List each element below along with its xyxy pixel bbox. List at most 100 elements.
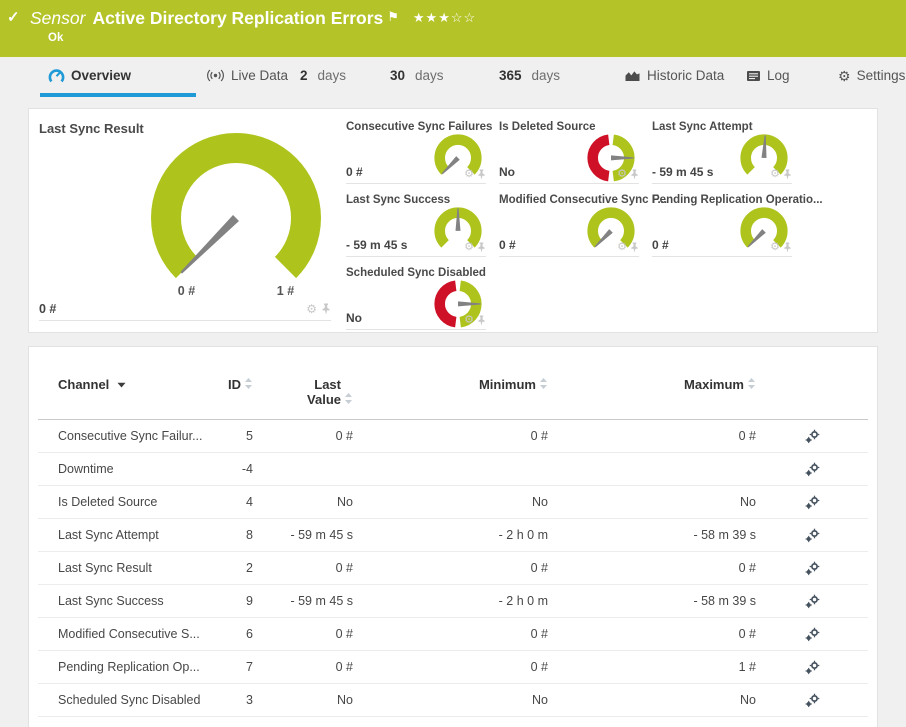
tab-historic-data[interactable]: Historic Data <box>624 58 732 97</box>
gauge-settings-gear-icon[interactable]: ⚙ <box>617 169 627 180</box>
stars-empty[interactable]: ☆☆ <box>451 10 476 25</box>
tab-overview[interactable]: Overview <box>40 58 196 97</box>
channel-panel-is-deleted-source[interactable]: Is Deleted Source No ⚙ <box>499 121 639 184</box>
tab-overview-label: Overview <box>71 68 132 83</box>
log-list-icon <box>746 70 761 82</box>
table-header-row: Channel ID Last Value Minimum Maximum <box>38 377 868 420</box>
channel-settings-gears-icon[interactable] <box>804 528 821 543</box>
channel-settings-gears-icon[interactable] <box>804 693 821 708</box>
channel-panel-consecutive-sync-failures[interactable]: Consecutive Sync Failures 0 # ⚙ <box>346 121 492 184</box>
tab-log[interactable]: Log <box>746 58 792 97</box>
pin-icon[interactable] <box>321 303 331 315</box>
flag-icon[interactable]: ⚑ <box>387 9 399 24</box>
channel-settings-gears-icon[interactable] <box>804 561 821 576</box>
gauge-settings-gear-icon[interactable]: ⚙ <box>464 242 474 253</box>
channel-value: 0 # <box>652 238 669 252</box>
primary-channel-value: 0 # <box>39 302 57 316</box>
tab-30-days-unit: days <box>415 68 444 83</box>
pin-icon[interactable] <box>783 242 792 253</box>
chevron-down-icon <box>117 382 126 388</box>
live-data-broadcast-icon <box>206 69 225 82</box>
priority-stars[interactable]: ★★★☆☆ <box>413 10 476 25</box>
table-row[interactable]: Is Deleted Source 4 No No No <box>38 485 868 519</box>
tab-settings[interactable]: ⚙ Settings <box>838 58 905 97</box>
primary-channel-panel[interactable]: Last Sync Result 0 # 1 # 0 # ⚙ <box>39 121 331 321</box>
channel-settings-gears-icon[interactable] <box>804 660 821 675</box>
pin-icon[interactable] <box>783 169 792 180</box>
mini-gauge-grid: Consecutive Sync Failures 0 # ⚙ Is Delet… <box>346 121 823 332</box>
gauges-card: Last Sync Result 0 # 1 # 0 # ⚙ Consecuti… <box>28 108 878 333</box>
sort-icon <box>345 393 352 404</box>
channel-panel-last-sync-attempt[interactable]: Last Sync Attempt - 59 m 45 s ⚙ <box>652 121 792 184</box>
table-row[interactable]: Last Sync Success 9- 59 m 45 s- 2 h 0 m- … <box>38 584 868 618</box>
table-row[interactable]: Last Sync Result 2 0 #0 #0 # <box>38 551 868 585</box>
primary-gauge: 0 # 1 # <box>151 131 321 301</box>
channel-settings-gears-icon[interactable] <box>804 429 821 444</box>
gauge-scale-max: 1 # <box>277 284 294 298</box>
channel-value: - 59 m 45 s <box>652 165 714 179</box>
tab-2-days-number: 2 <box>300 68 308 83</box>
column-header-maximum[interactable]: Maximum <box>548 377 756 420</box>
channel-panel-pending-replication-operations[interactable]: Pending Replication Operatio... 0 # ⚙ <box>652 194 823 257</box>
sort-icon <box>748 378 755 389</box>
settings-gear-icon: ⚙ <box>838 67 851 84</box>
tab-live-data-label: Live Data <box>231 68 289 83</box>
channel-settings-gears-icon[interactable] <box>804 594 821 609</box>
tab-365-days-number: 365 <box>499 68 522 83</box>
gauge-settings-gear-icon[interactable]: ⚙ <box>617 242 627 253</box>
status-badge: Ok <box>48 32 64 44</box>
tab-settings-label: Settings <box>856 68 906 83</box>
status-ok-checkmark-icon: ✓ <box>7 9 20 26</box>
tab-30-days[interactable]: 30 days <box>390 58 450 97</box>
channel-value: - 59 m 45 s <box>346 238 408 252</box>
channel-panel-last-sync-success[interactable]: Last Sync Success - 59 m 45 s ⚙ <box>346 194 486 257</box>
tab-2-days[interactable]: 2 days <box>300 58 350 97</box>
channel-settings-gears-icon[interactable] <box>804 627 821 642</box>
pin-icon[interactable] <box>630 242 639 253</box>
column-header-minimum[interactable]: Minimum <box>353 377 548 420</box>
channel-value: 0 # <box>499 238 516 252</box>
sensor-header: ✓ Sensor Active Directory Replication Err… <box>0 0 906 57</box>
table-row[interactable]: Last Sync Attempt 8- 59 m 45 s- 2 h 0 m- … <box>38 518 868 552</box>
table-row[interactable]: Pending Replication Op... 7 0 #0 #1 # <box>38 650 868 684</box>
tab-live-data[interactable]: Live Data <box>206 58 300 97</box>
table-row[interactable]: Consecutive Sync Failur... 5 0 #0 #0 # <box>38 419 868 453</box>
table-row[interactable]: Modified Consecutive S... 6 0 #0 #0 # <box>38 617 868 651</box>
table-row[interactable]: Scheduled Sync Disabled 3 No No No <box>38 683 868 717</box>
channel-settings-gears-icon[interactable] <box>804 495 821 510</box>
channels-table: Channel ID Last Value Minimum Maximum Co… <box>38 377 868 717</box>
column-header-actions <box>756 377 868 420</box>
gauge-settings-gear-icon[interactable]: ⚙ <box>770 169 780 180</box>
gauge-settings-gear-icon[interactable]: ⚙ <box>464 315 474 326</box>
gauge-settings-gear-icon[interactable]: ⚙ <box>770 242 780 253</box>
tab-365-days-unit: days <box>531 68 561 83</box>
column-header-id[interactable]: ID <box>208 377 253 420</box>
stars-filled[interactable]: ★★★ <box>413 10 451 25</box>
channel-panel-scheduled-sync-disabled[interactable]: Scheduled Sync Disabled No ⚙ <box>346 267 486 330</box>
pin-icon[interactable] <box>477 169 486 180</box>
tab-log-label: Log <box>767 68 790 83</box>
channel-value: 0 # <box>346 165 363 179</box>
gauge-settings-gear-icon[interactable]: ⚙ <box>464 169 474 180</box>
overview-gauge-icon <box>48 68 65 83</box>
gauge-scale-min: 0 # <box>178 284 195 298</box>
tab-365-days[interactable]: 365 days <box>499 58 561 97</box>
page-title: Active Directory Replication Errors <box>92 8 384 28</box>
channel-settings-gears-icon[interactable] <box>804 462 821 477</box>
channel-panel-modified-consecutive-sync-failures[interactable]: Modified Consecutive Sync F... 0 # ⚙ <box>499 194 667 257</box>
column-header-last-value[interactable]: Last Value <box>253 377 353 420</box>
pin-icon[interactable] <box>477 242 486 253</box>
pin-icon[interactable] <box>630 169 639 180</box>
tab-bar: Overview Live Data 2 days 30 days 365 da… <box>0 58 906 97</box>
pin-icon[interactable] <box>477 315 486 326</box>
tab-2-days-unit: days <box>317 68 347 83</box>
sort-icon <box>540 378 547 389</box>
table-row[interactable]: Downtime -4 <box>38 452 868 486</box>
channels-table-card: Channel ID Last Value Minimum Maximum Co… <box>28 346 878 727</box>
column-header-channel[interactable]: Channel <box>38 377 208 420</box>
channel-value: No <box>499 165 515 179</box>
tab-30-days-number: 30 <box>390 68 406 83</box>
object-kind-label: Sensor <box>30 8 86 28</box>
sort-icon <box>245 378 252 389</box>
gauge-settings-gear-icon[interactable]: ⚙ <box>306 303 317 315</box>
